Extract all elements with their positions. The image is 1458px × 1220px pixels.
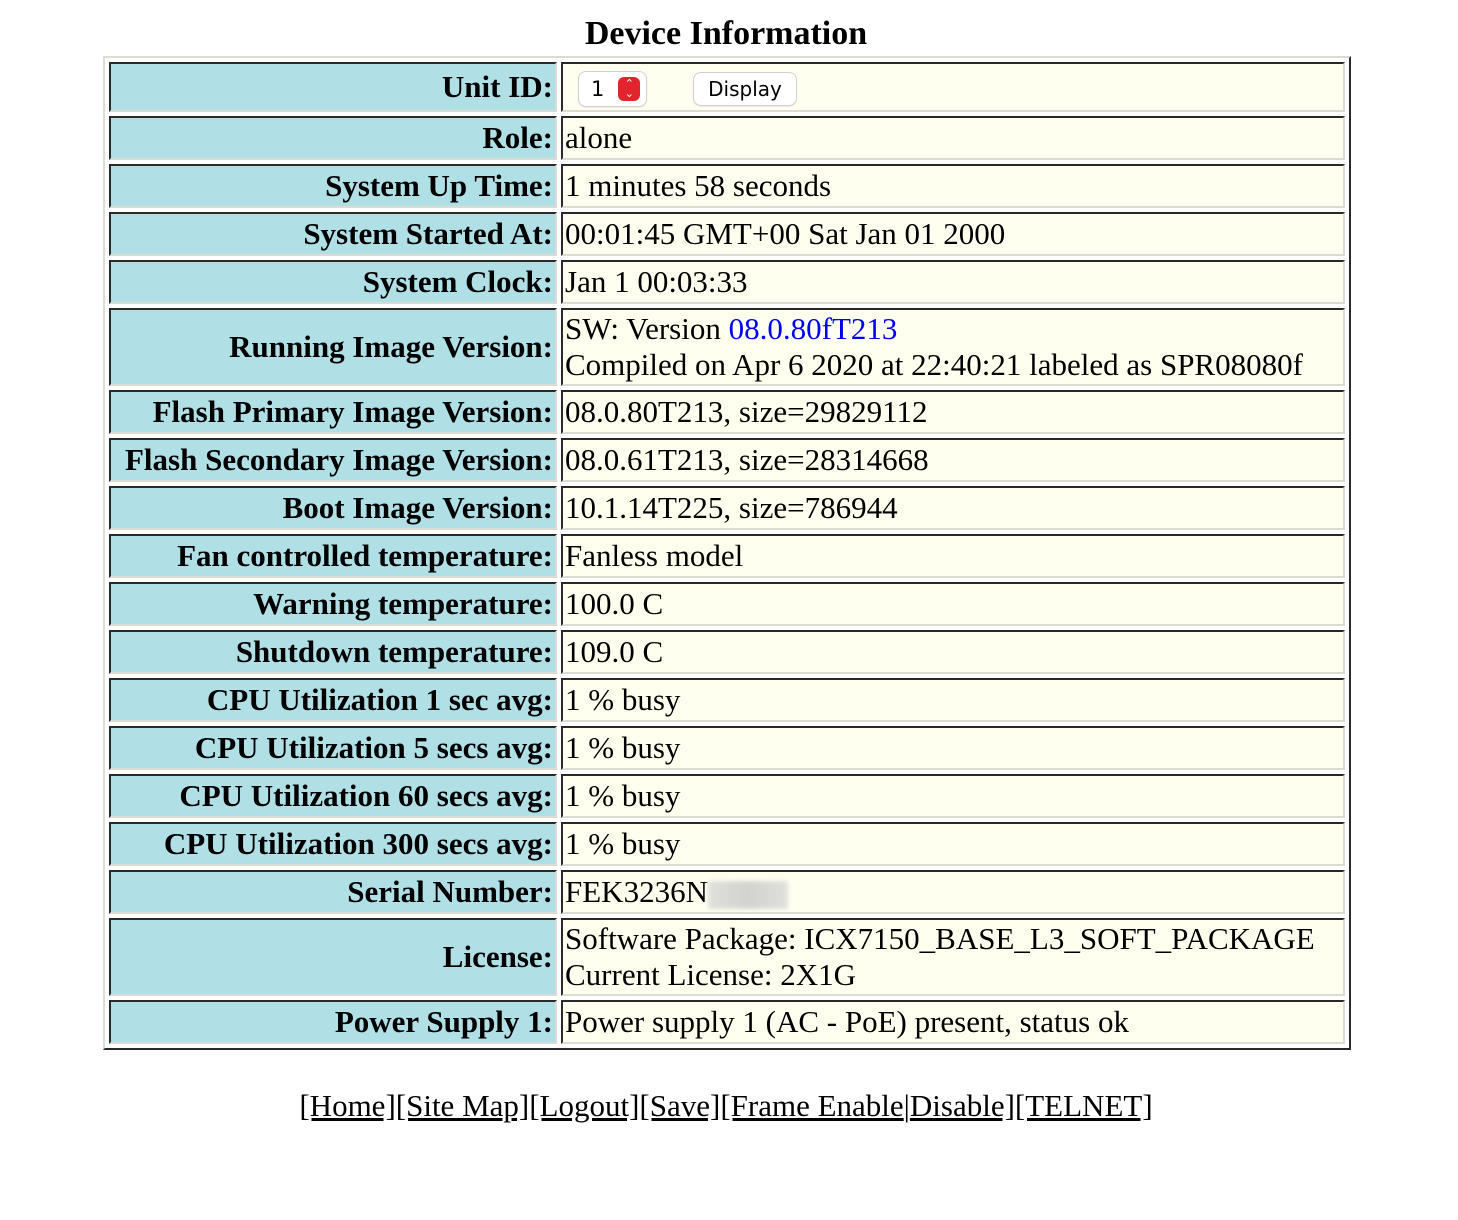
frame-disable-link[interactable]: Disable] bbox=[910, 1088, 1015, 1123]
cpu-60sec-value: 1 % busy bbox=[561, 774, 1345, 818]
table-row: Boot Image Version: 10.1.14T225, size=78… bbox=[109, 486, 1345, 530]
cpu-1sec-value: 1 % busy bbox=[561, 678, 1345, 722]
table-row: Running Image Version: SW: Version 08.0.… bbox=[109, 308, 1345, 386]
table-row: CPU Utilization 5 secs avg: 1 % busy bbox=[109, 726, 1345, 770]
device-info-table: Unit ID: 1 ⌃ ⌄ Display Role: alone System… bbox=[103, 56, 1351, 1050]
serial-cell: FEK3236N bbox=[561, 870, 1345, 914]
frame-enable-link[interactable]: [Frame Enable bbox=[720, 1088, 903, 1123]
table-row: System Started At: 00:01:45 GMT+00 Sat J… bbox=[109, 212, 1345, 256]
table-row: Serial Number: FEK3236N bbox=[109, 870, 1345, 914]
table-row: Role: alone bbox=[109, 116, 1345, 160]
table-row: Warning temperature: 100.0 C bbox=[109, 582, 1345, 626]
table-row: System Up Time: 1 minutes 58 seconds bbox=[109, 164, 1345, 208]
home-link[interactable]: [Home] bbox=[299, 1088, 395, 1123]
license-package: Software Package: ICX7150_BASE_L3_SOFT_P… bbox=[565, 921, 1315, 956]
fan-temp-label: Fan controlled temperature: bbox=[109, 534, 557, 578]
table-row: License: Software Package: ICX7150_BASE_… bbox=[109, 918, 1345, 996]
boot-image-label: Boot Image Version: bbox=[109, 486, 557, 530]
up-down-arrows-icon: ⌃ ⌄ bbox=[618, 76, 641, 101]
flash-secondary-value: 08.0.61T213, size=28314668 bbox=[561, 438, 1345, 482]
shutdown-temp-label: Shutdown temperature: bbox=[109, 630, 557, 674]
running-image-compiled: Compiled on Apr 6 2020 at 22:40:21 label… bbox=[565, 347, 1303, 382]
flash-secondary-label: Flash Secondary Image Version: bbox=[109, 438, 557, 482]
started-value: 00:01:45 GMT+00 Sat Jan 01 2000 bbox=[561, 212, 1345, 256]
footer-nav: [Home][Site Map][Logout][Save][Frame Ena… bbox=[0, 1086, 1452, 1126]
table-row: Unit ID: 1 ⌃ ⌄ Display bbox=[109, 62, 1345, 112]
page-title: Device Information bbox=[584, 15, 868, 52]
cpu-5sec-value: 1 % busy bbox=[561, 726, 1345, 770]
uptime-label: System Up Time: bbox=[109, 164, 557, 208]
unit-id-select[interactable]: 1 ⌃ ⌄ bbox=[579, 71, 647, 106]
power-supply-value: Power supply 1 (AC - PoE) present, statu… bbox=[561, 1000, 1345, 1044]
boot-image-value: 10.1.14T225, size=786944 bbox=[561, 486, 1345, 530]
table-row: CPU Utilization 1 sec avg: 1 % busy bbox=[109, 678, 1345, 722]
cpu-300sec-value: 1 % busy bbox=[561, 822, 1345, 866]
role-label: Role: bbox=[109, 116, 557, 160]
warning-temp-label: Warning temperature: bbox=[109, 582, 557, 626]
logout-link[interactable]: [Logout] bbox=[529, 1088, 639, 1123]
clock-value: Jan 1 00:03:33 bbox=[561, 260, 1345, 304]
power-supply-label: Power Supply 1: bbox=[109, 1000, 557, 1044]
unit-id-selected-value: 1 bbox=[591, 76, 605, 101]
display-button[interactable]: Display bbox=[694, 72, 796, 105]
running-image-label: Running Image Version: bbox=[109, 308, 557, 386]
table-row: Flash Secondary Image Version: 08.0.61T2… bbox=[109, 438, 1345, 482]
unit-id-cell: 1 ⌃ ⌄ Display bbox=[561, 62, 1345, 112]
flash-primary-label: Flash Primary Image Version: bbox=[109, 390, 557, 434]
cpu-60sec-label: CPU Utilization 60 secs avg: bbox=[109, 774, 557, 818]
role-value: alone bbox=[561, 116, 1345, 160]
serial-redacted-blur bbox=[707, 880, 788, 909]
table-row: CPU Utilization 60 secs avg: 1 % busy bbox=[109, 774, 1345, 818]
table-row: Shutdown temperature: 109.0 C bbox=[109, 630, 1345, 674]
table-row: Power Supply 1: Power supply 1 (AC - PoE… bbox=[109, 1000, 1345, 1044]
cpu-5sec-label: CPU Utilization 5 secs avg: bbox=[109, 726, 557, 770]
unit-id-label: Unit ID: bbox=[109, 62, 557, 112]
flash-primary-value: 08.0.80T213, size=29829112 bbox=[561, 390, 1345, 434]
table-row: CPU Utilization 300 secs avg: 1 % busy bbox=[109, 822, 1345, 866]
running-version-link[interactable]: 08.0.80fT213 bbox=[729, 311, 898, 346]
telnet-link[interactable]: [TELNET] bbox=[1015, 1088, 1153, 1123]
site-map-link[interactable]: [Site Map] bbox=[396, 1088, 529, 1123]
warning-temp-value: 100.0 C bbox=[561, 582, 1345, 626]
serial-label: Serial Number: bbox=[109, 870, 557, 914]
cpu-1sec-label: CPU Utilization 1 sec avg: bbox=[109, 678, 557, 722]
running-image-prefix: SW: Version bbox=[565, 311, 729, 346]
cpu-300sec-label: CPU Utilization 300 secs avg: bbox=[109, 822, 557, 866]
license-current: Current License: 2X1G bbox=[565, 957, 856, 992]
license-value: Software Package: ICX7150_BASE_L3_SOFT_P… bbox=[561, 918, 1345, 996]
clock-label: System Clock: bbox=[109, 260, 557, 304]
uptime-value: 1 minutes 58 seconds bbox=[561, 164, 1345, 208]
table-row: Flash Primary Image Version: 08.0.80T213… bbox=[109, 390, 1345, 434]
license-label: License: bbox=[109, 918, 557, 996]
serial-value: FEK3236N bbox=[565, 874, 708, 909]
fan-temp-value: Fanless model bbox=[561, 534, 1345, 578]
table-row: Fan controlled temperature: Fanless mode… bbox=[109, 534, 1345, 578]
shutdown-temp-value: 109.0 C bbox=[561, 630, 1345, 674]
table-row: System Clock: Jan 1 00:03:33 bbox=[109, 260, 1345, 304]
running-image-value: SW: Version 08.0.80fT213 Compiled on Apr… bbox=[561, 308, 1345, 386]
started-label: System Started At: bbox=[109, 212, 557, 256]
save-link[interactable]: [Save] bbox=[639, 1088, 720, 1123]
